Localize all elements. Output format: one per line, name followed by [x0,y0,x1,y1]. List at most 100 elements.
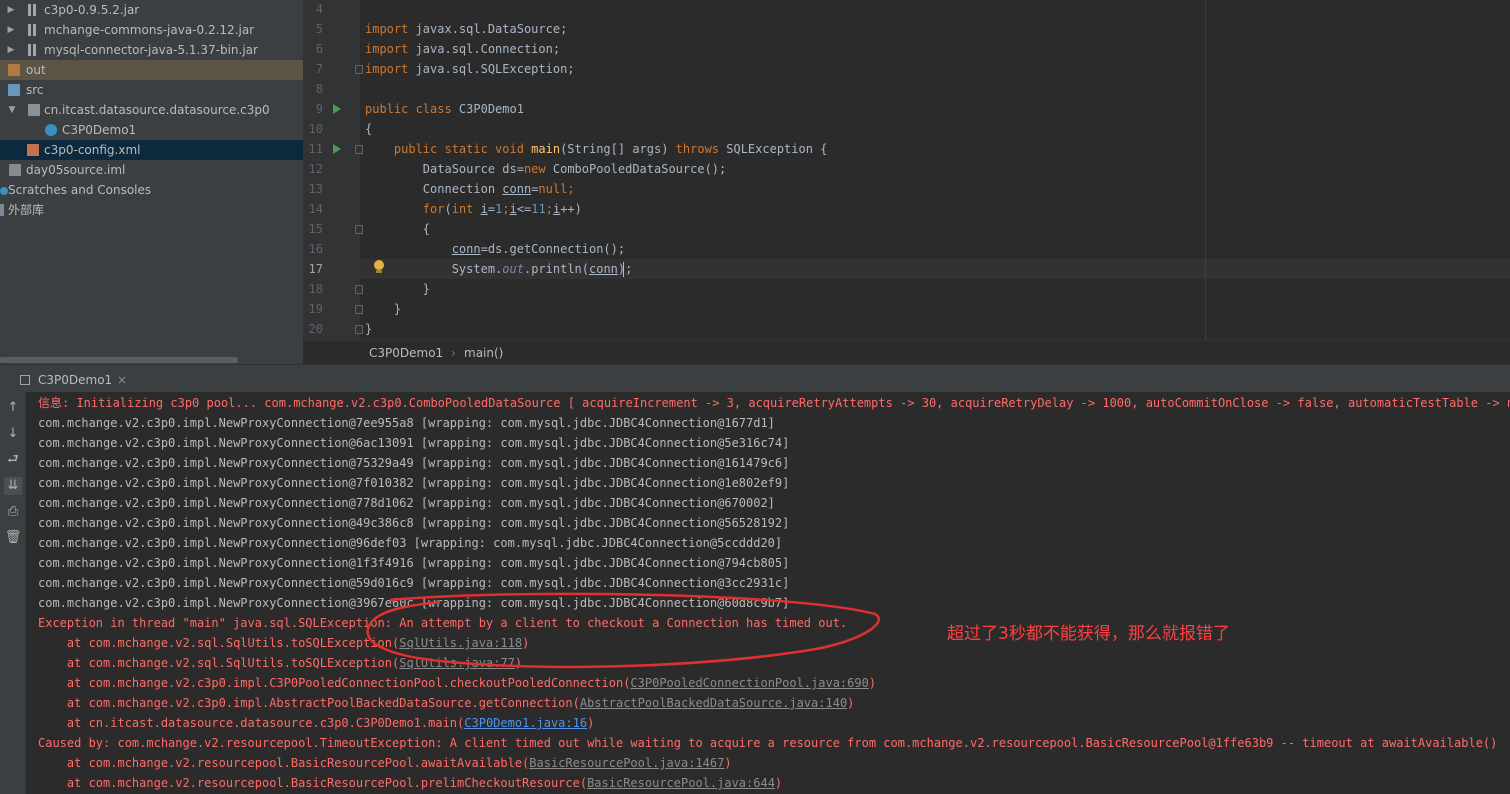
tree-item-mchange-jar[interactable]: ▶ mchange-commons-java-0.2.12.jar [0,20,303,40]
package-icon [28,104,40,116]
tree-item-label: c3p0-0.9.5.2.jar [44,3,140,17]
tree-item-package[interactable]: ▼ cn.itcast.datasource.datasource.c3p0 [0,100,303,120]
expand-arrow-icon[interactable]: ▶ [6,20,16,40]
tree-item-label: day05source.iml [26,163,126,177]
code-line-9: public class C3P0Demo1 [365,99,524,119]
code-line-11: public static void main(String[] args) t… [365,139,828,159]
code-keyword: import [365,22,409,36]
code-text: <= [516,202,532,216]
code-text: C3P0Demo1 [451,102,524,116]
fold-icon[interactable] [355,285,363,294]
fold-icon[interactable] [355,305,363,314]
run-class-icon[interactable] [333,104,341,114]
line-number: 15 [308,222,323,236]
tree-item-config-xml[interactable]: c3p0-config.xml [0,140,303,160]
code-line-20: } [365,322,373,336]
line-number: 8 [315,82,323,96]
stack-frame-text: ) [847,696,855,710]
line-number: 13 [308,182,323,196]
stack-frame-text: ) [587,716,595,730]
code-text: ; [502,202,510,216]
right-margin-guide [1205,0,1206,340]
tree-item-class[interactable]: C3P0Demo1 [0,120,303,140]
line-number: 6 [315,42,323,56]
annotation-ellipse-stroke [366,592,881,669]
source-link[interactable]: C3P0Demo1.java:16 [464,716,587,730]
intention-bulb-icon[interactable] [374,260,384,270]
source-link[interactable]: BasicResourcePool.java:1467 [529,756,724,770]
tree-item-iml[interactable]: day05source.iml [0,160,303,180]
line-number: 10 [308,122,323,136]
stack-frame: at com.mchange.v2.c3p0.impl.C3P0PooledCo… [38,673,876,693]
stack-frame-text: at com.mchange.v2.c3p0.impl.C3P0PooledCo… [38,676,631,690]
breadcrumb-method[interactable]: main() [464,341,503,365]
run-tab-label: C3P0Demo1 [38,373,113,387]
fold-icon[interactable] [355,325,363,334]
run-toolbar: ↑ ↓ ⮐ ⇊ ⎙ 🗑 [0,392,26,794]
code-line-16: conn=ds.getConnection(); [365,239,625,259]
code-line-13: Connection conn=null; [365,179,575,199]
close-icon[interactable]: × [117,370,127,390]
line-number: 12 [308,162,323,176]
console-line: com.mchange.v2.c3p0.impl.NewProxyConnect… [38,516,790,530]
source-link[interactable]: BasicResourcePool.java:644 [587,776,775,790]
run-method-icon[interactable] [333,144,341,154]
stack-frame-text: at com.mchange.v2.resourcepool.BasicReso… [38,776,588,790]
console-line: com.mchange.v2.c3p0.impl.NewProxyConnect… [38,456,790,470]
expand-arrow-icon[interactable]: ▶ [6,40,16,60]
jar-icon [28,24,40,36]
code-text: Connection [365,182,503,196]
iml-file-icon [9,164,21,176]
code-line-19: } [365,302,402,316]
scrollbar-thumb[interactable] [0,357,238,363]
collapse-arrow-icon[interactable]: ▼ [7,100,17,120]
code-keyword: import [365,62,409,76]
tree-item-mysql-jar[interactable]: ▶ mysql-connector-java-5.1.37-bin.jar [0,40,303,60]
fold-icon[interactable] [355,225,363,234]
stack-frame: at com.mchange.v2.resourcepool.BasicReso… [38,753,732,773]
code-text: ++) [560,202,582,216]
code-keyword: new [523,162,546,176]
tree-item-src[interactable]: src [0,80,303,100]
scroll-to-end-icon[interactable]: ⇊ [4,477,22,495]
tree-item-external-libraries[interactable]: 外部库 [0,200,303,220]
code-text: System. [365,262,503,276]
soft-wrap-icon[interactable]: ⮐ [4,451,22,469]
tree-item-label: C3P0Demo1 [62,123,137,137]
up-arrow-icon[interactable]: ↑ [4,399,22,417]
code-line-17: System.out.println(conn); [365,259,633,279]
fold-icon[interactable] [355,65,363,74]
scratches-icon [0,187,8,195]
tree-item-c3p0-jar[interactable]: ▶ c3p0-0.9.5.2.jar [0,0,303,20]
code-variable: conn [502,182,532,196]
console-line: com.mchange.v2.c3p0.impl.NewProxyConnect… [38,496,775,510]
expand-arrow-icon[interactable]: ▶ [6,0,16,20]
code-line-14: for(int i=1;i<=11;i++) [365,199,582,219]
down-arrow-icon[interactable]: ↓ [4,425,22,443]
console-caused-by-line: Caused by: com.mchange.v2.resourcepool.T… [38,736,1498,750]
tree-item-out[interactable]: out [0,60,303,80]
tree-item-label: c3p0-config.xml [44,143,141,157]
xml-file-icon [27,144,39,156]
source-link[interactable]: AbstractPoolBackedDataSource.java:140 [580,696,847,710]
line-number: 9 [315,102,323,116]
print-icon[interactable]: ⎙ [4,503,22,521]
jar-icon [28,4,40,16]
line-number: 11 [308,142,323,156]
line-number: 7 [315,62,323,76]
trash-icon[interactable]: 🗑 [4,529,22,547]
source-link[interactable]: C3P0PooledConnectionPool.java:690 [630,676,868,690]
tree-item-label: mchange-commons-java-0.2.12.jar [44,23,255,37]
tree-item-scratches[interactable]: Scratches and Consoles [0,180,303,200]
console-line: com.mchange.v2.c3p0.impl.NewProxyConnect… [38,436,790,450]
code-keyword: public static void [365,142,524,156]
code-line-18: } [365,282,431,296]
code-method-name: main [523,142,561,156]
fold-icon[interactable] [355,145,363,154]
code-text: ComboPooledDataSource(); [545,162,727,176]
line-number: 16 [308,242,323,256]
stack-frame-text: ) [724,756,732,770]
breadcrumb-class[interactable]: C3P0Demo1 [369,341,443,365]
tree-horizontal-scrollbar[interactable] [0,356,303,364]
